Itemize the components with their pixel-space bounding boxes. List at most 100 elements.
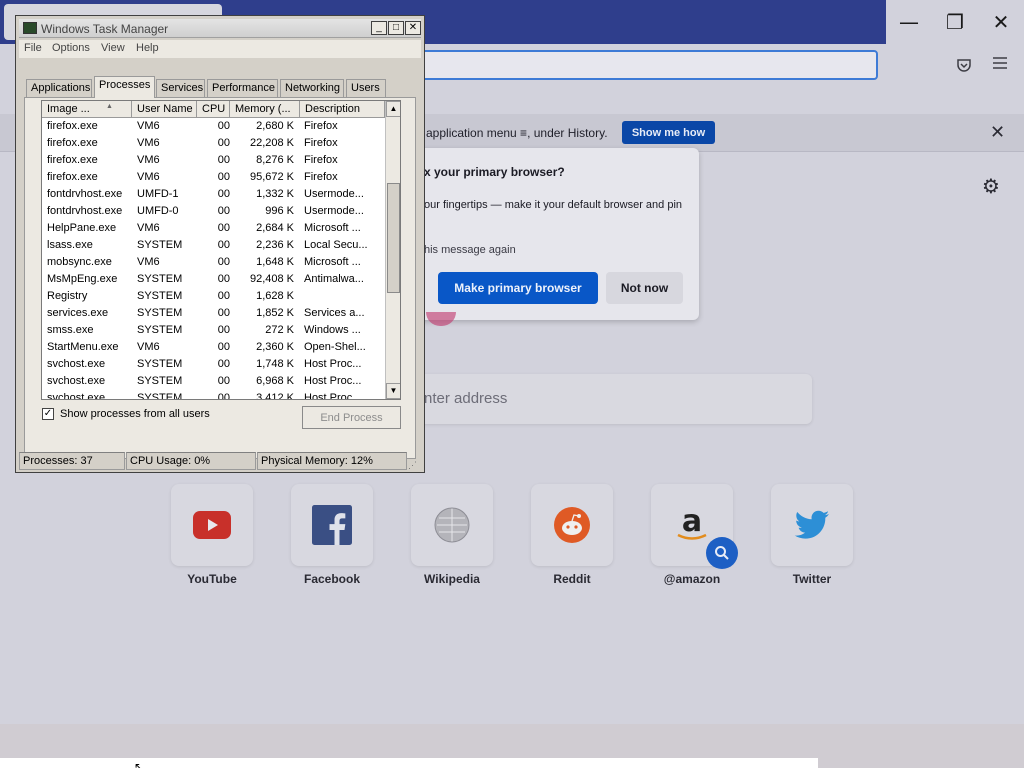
amazon-icon: a: [672, 505, 712, 545]
tab-networking[interactable]: Networking: [280, 79, 344, 97]
show-me-how-button[interactable]: Show me how: [622, 121, 715, 144]
cell-desc: Local Secu...: [304, 239, 368, 251]
menu-file[interactable]: File: [24, 42, 42, 54]
status-bar: Processes: 37 CPU Usage: 0% Physical Mem…: [19, 452, 421, 470]
sort-ascending-icon: ▲: [106, 103, 113, 110]
tab-users[interactable]: Users: [346, 79, 386, 97]
cell-image: firefox.exe: [47, 171, 98, 183]
pocket-icon[interactable]: [952, 53, 976, 77]
scroll-up-icon[interactable]: ▲: [386, 101, 400, 117]
cell-desc: Host Proc...: [304, 392, 362, 400]
table-row[interactable]: services.exe SYSTEM 00 1,852 K Services a...: [42, 305, 382, 322]
cell-image: services.exe: [47, 307, 109, 319]
scrollbar-thumb[interactable]: [387, 183, 400, 293]
tab-processes[interactable]: Processes: [94, 76, 155, 98]
reddit-icon: [552, 505, 592, 545]
not-now-button[interactable]: Not now: [606, 272, 683, 304]
column-header-description[interactable]: Description: [300, 101, 385, 118]
mouse-cursor-icon: ↖: [134, 760, 145, 768]
table-row[interactable]: firefox.exe VM6 00 8,276 K Firefox: [42, 152, 382, 169]
hamburger-menu-icon[interactable]: [988, 51, 1012, 75]
top-site-label: YouTube: [187, 572, 237, 586]
cell-user: VM6: [137, 120, 160, 132]
browser-minimize-button[interactable]: —: [886, 0, 932, 44]
cell-cpu: 00: [217, 171, 230, 183]
table-row[interactable]: mobsync.exe VM6 00 1,648 K Microsoft ...: [42, 254, 382, 271]
table-row[interactable]: fontdrvhost.exe UMFD-0 00 996 K Usermode...: [42, 203, 382, 220]
tab-services[interactable]: Services: [156, 79, 205, 97]
table-row[interactable]: firefox.exe VM6 00 95,672 K Firefox: [42, 169, 382, 186]
youtube-icon: [192, 505, 232, 545]
top-site-wikipedia[interactable]: [411, 484, 493, 566]
top-site-amazon[interactable]: a: [651, 484, 738, 569]
top-site-twitter[interactable]: [771, 484, 853, 566]
cell-image: firefox.exe: [47, 120, 98, 132]
table-row[interactable]: MsMpEng.exe SYSTEM 00 92,408 K Antimalwa...: [42, 271, 382, 288]
cell-cpu: 00: [217, 256, 230, 268]
cell-desc: Firefox: [304, 137, 338, 149]
cell-cpu: 00: [217, 120, 230, 132]
cell-user: SYSTEM: [137, 375, 183, 387]
table-row[interactable]: firefox.exe VM6 00 22,208 K Firefox: [42, 135, 382, 152]
show-all-users-label[interactable]: Show processes from all users: [60, 408, 210, 420]
maximize-button[interactable]: □: [388, 21, 404, 35]
column-header-cpu[interactable]: CPU: [197, 101, 230, 118]
cell-desc: Firefox: [304, 120, 338, 132]
task-manager-title-bar[interactable]: Windows Task Manager _ □ ✕: [19, 19, 421, 38]
browser-restore-button[interactable]: ❐: [932, 0, 978, 44]
resize-grip-icon[interactable]: ⋰: [408, 460, 417, 471]
table-row[interactable]: Registry SYSTEM 00 1,628 K: [42, 288, 382, 305]
popup-title: x your primary browser?: [424, 165, 565, 179]
tab-applications[interactable]: Applications: [26, 79, 92, 97]
cell-user: VM6: [137, 341, 160, 353]
top-site-youtube[interactable]: [171, 484, 253, 566]
cell-user: VM6: [137, 222, 160, 234]
table-row[interactable]: svchost.exe SYSTEM 00 6,968 K Host Proc...: [42, 373, 382, 390]
menu-help[interactable]: Help: [136, 42, 159, 54]
table-row[interactable]: smss.exe SYSTEM 00 272 K Windows ...: [42, 322, 382, 339]
cell-mem: 2,680 K: [256, 120, 294, 132]
cell-mem: 1,648 K: [256, 256, 294, 268]
end-process-button[interactable]: End Process: [302, 406, 401, 429]
make-primary-browser-button[interactable]: Make primary browser: [438, 272, 598, 304]
menu-options[interactable]: Options: [52, 42, 90, 54]
notification-text: application menu ≡, under History.: [426, 126, 608, 140]
column-header-memory[interactable]: Memory (...: [230, 101, 300, 118]
notification-close-icon[interactable]: ✕: [990, 122, 1005, 143]
cell-cpu: 00: [217, 188, 230, 200]
column-header-image[interactable]: Image ... ▲: [42, 101, 132, 118]
vertical-scrollbar[interactable]: ▲ ▼: [385, 101, 400, 399]
column-header-user-name[interactable]: User Name: [132, 101, 197, 118]
tab-performance[interactable]: Performance: [207, 79, 278, 97]
minimize-button[interactable]: _: [371, 21, 387, 35]
cell-cpu: 00: [217, 290, 230, 302]
table-row[interactable]: svchost.exe SYSTEM 00 1,748 K Host Proc...: [42, 356, 382, 373]
show-all-users-checkbox[interactable]: ✓: [42, 408, 54, 420]
cell-cpu: 00: [217, 307, 230, 319]
window-title: Windows Task Manager: [41, 22, 169, 36]
url-bar[interactable]: [410, 50, 878, 80]
table-row[interactable]: HelpPane.exe VM6 00 2,684 K Microsoft ...: [42, 220, 382, 237]
top-site-facebook[interactable]: [291, 484, 373, 566]
cell-image: MsMpEng.exe: [47, 273, 118, 285]
cell-user: SYSTEM: [137, 307, 183, 319]
cell-desc: Open-Shel...: [304, 341, 366, 353]
close-button[interactable]: ✕: [405, 21, 421, 35]
cell-image: svchost.exe: [47, 392, 106, 400]
process-list[interactable]: Image ... ▲ User Name CPU Memory (... De…: [41, 100, 401, 400]
table-row[interactable]: svchost.exe SYSTEM 00 3,412 K Host Proc...: [42, 390, 382, 400]
menu-view[interactable]: View: [101, 42, 125, 54]
scroll-down-icon[interactable]: ▼: [386, 383, 400, 399]
table-row[interactable]: firefox.exe VM6 00 2,680 K Firefox: [42, 118, 382, 135]
cell-desc: Usermode...: [304, 205, 364, 217]
browser-close-button[interactable]: ✕: [978, 0, 1024, 44]
cell-image: svchost.exe: [47, 375, 106, 387]
popup-checkbox-label[interactable]: his message again: [424, 244, 516, 256]
gear-icon[interactable]: ⚙: [982, 174, 1000, 198]
table-row[interactable]: fontdrvhost.exe UMFD-1 00 1,332 K Usermode..…: [42, 186, 382, 203]
top-site-reddit[interactable]: [531, 484, 613, 566]
cell-cpu: 00: [217, 222, 230, 234]
table-row[interactable]: StartMenu.exe VM6 00 2,360 K Open-Shel...: [42, 339, 382, 356]
cell-user: VM6: [137, 256, 160, 268]
table-row[interactable]: lsass.exe SYSTEM 00 2,236 K Local Secu...: [42, 237, 382, 254]
